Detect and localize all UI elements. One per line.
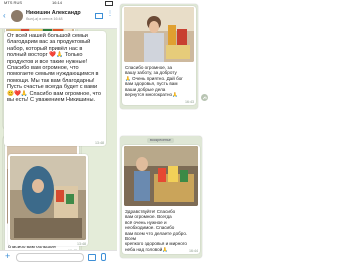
add-icon[interactable]: + <box>5 251 10 261</box>
forward-icon[interactable] <box>201 94 208 101</box>
message-input[interactable] <box>16 253 84 262</box>
message-time: 16:43 <box>185 100 194 104</box>
menu-icon[interactable]: ⋮ <box>107 10 113 17</box>
carrier-label: MTS RUS <box>4 0 22 5</box>
food-table-photo <box>124 146 198 206</box>
message-text: Здравствуйте! Спасибо вам огромное. Всег… <box>125 209 188 252</box>
phone-chat-screenshot: MTS RUS 16:14 ‹ Никишин Александр был(-а… <box>0 0 117 263</box>
chat-screenshot-2: Спасибо огромное, за вашу заботу, за доб… <box>120 4 198 109</box>
message-bubble: Спасибо огромное, за вашу заботу, за доб… <box>122 6 196 105</box>
back-icon[interactable]: ‹ <box>3 11 6 20</box>
photo-message: 13:48 <box>8 154 88 246</box>
message-text: Спасибо огромное, за вашу заботу, за доб… <box>125 65 183 98</box>
contact-name[interactable]: Никишин Александр <box>26 10 81 16</box>
clock-label: 16:14 <box>52 0 63 5</box>
message-text: От всей нашей большой семьи благодарим в… <box>7 33 102 104</box>
video-call-icon[interactable] <box>95 13 103 19</box>
camera-icon[interactable] <box>88 254 96 261</box>
family-photo <box>124 7 194 62</box>
input-bar: + <box>0 250 117 263</box>
contact-status: был(-а) в сети в 16:48 <box>26 17 63 21</box>
message-time: 16:44 <box>189 249 198 253</box>
incoming-message: От всей нашей большой семьи благодарим в… <box>4 31 106 146</box>
photo-time: 13:48 <box>77 242 86 246</box>
children-photo <box>10 156 86 240</box>
microphone-icon[interactable] <box>101 253 106 261</box>
date-label: воскресенье <box>147 138 174 143</box>
contact-avatar[interactable] <box>11 10 23 22</box>
message-time: 13:48 <box>95 141 104 145</box>
chat-header: ‹ Никишин Александр был(-а) в сети в 16:… <box>0 6 117 29</box>
message-bubble: Здравствуйте! Спасибо вам огромное. Всег… <box>122 145 200 254</box>
chat-screenshot-4: воскресенье Здравствуйте! Спасибо вам ог… <box>120 136 202 258</box>
